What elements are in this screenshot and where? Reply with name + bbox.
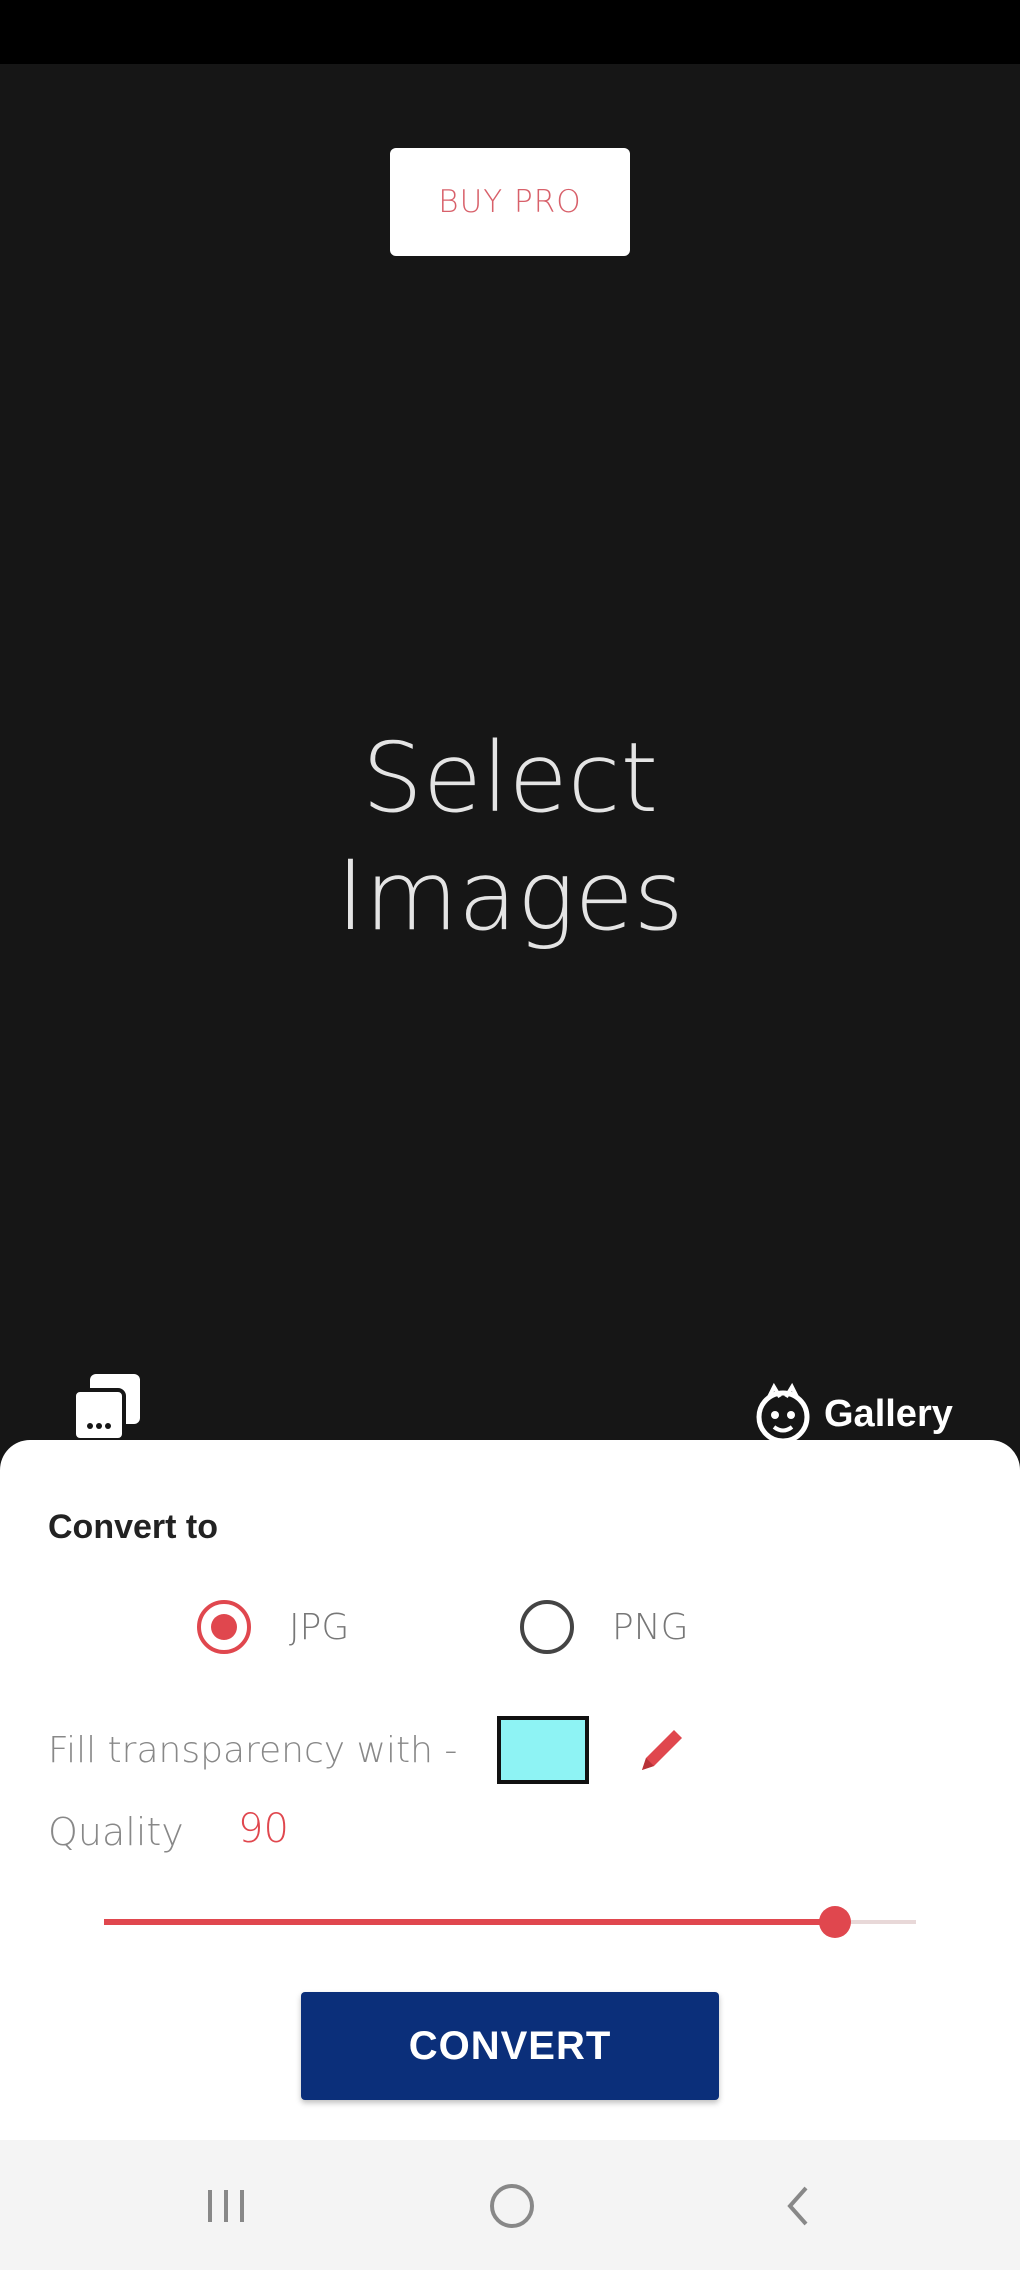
- gallery-photos-icon[interactable]: [70, 1370, 144, 1444]
- gallery-app-icon: [756, 1382, 810, 1444]
- convert-button[interactable]: CONVERT: [301, 1992, 719, 2100]
- status-bar: [0, 0, 1020, 64]
- slider-fill: [104, 1919, 835, 1925]
- format-jpg-radio[interactable]: JPG: [197, 1600, 349, 1654]
- buy-pro-button[interactable]: BUY PRO: [390, 148, 630, 256]
- quality-label: Quality: [48, 1810, 184, 1854]
- convert-to-label: Convert to: [48, 1508, 218, 1546]
- home-icon[interactable]: [486, 2180, 538, 2232]
- quality-value: 90: [238, 1806, 289, 1852]
- convert-options-sheet: Convert to JPG PNG Fill transparency wit…: [0, 1440, 1020, 2140]
- format-png-radio[interactable]: PNG: [520, 1600, 689, 1654]
- pencil-edit-icon[interactable]: [632, 1720, 690, 1778]
- format-png-label: PNG: [612, 1606, 689, 1648]
- slider-thumb[interactable]: [818, 1906, 851, 1938]
- quality-slider[interactable]: [104, 1902, 916, 1942]
- select-images-title[interactable]: Select Images: [0, 719, 1020, 955]
- format-jpg-label: JPG: [289, 1606, 350, 1648]
- image-selection-area[interactable]: BUY PRO Select Images Gallery: [0, 64, 1020, 1450]
- fill-transparency-label: Fill transparency with -: [48, 1730, 458, 1771]
- radio-selected-icon: [197, 1600, 251, 1654]
- gallery-label: Gallery: [824, 1392, 953, 1435]
- fill-color-swatch[interactable]: [497, 1716, 589, 1784]
- recent-apps-icon[interactable]: [200, 2180, 252, 2232]
- back-icon[interactable]: [774, 2180, 826, 2232]
- title-line-2: Images: [336, 840, 684, 952]
- radio-unselected-icon: [520, 1600, 574, 1654]
- system-nav-bar: [0, 2140, 1020, 2270]
- title-line-1: Select: [361, 722, 659, 834]
